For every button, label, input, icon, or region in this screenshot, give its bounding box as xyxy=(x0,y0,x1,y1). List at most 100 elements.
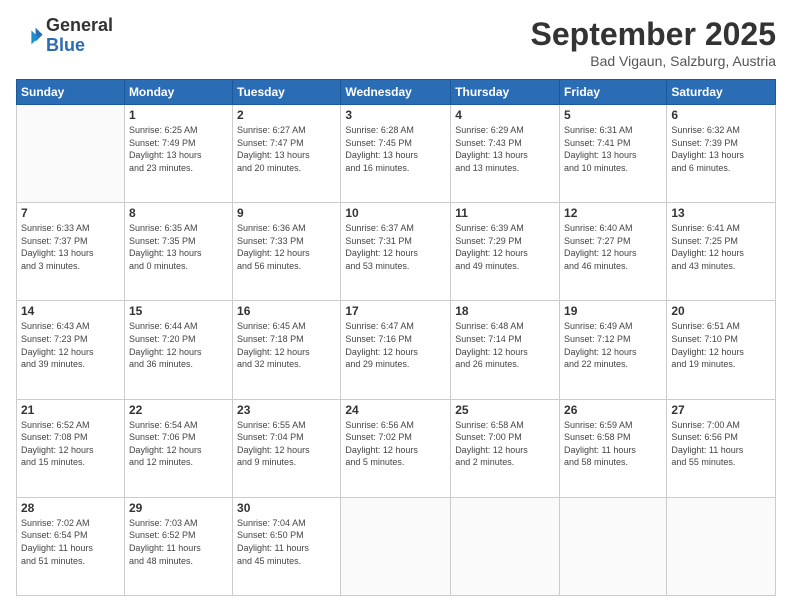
day-info: Sunrise: 6:44 AM Sunset: 7:20 PM Dayligh… xyxy=(129,320,228,370)
calendar-cell: 2 Sunrise: 6:27 AM Sunset: 7:47 PM Daylig… xyxy=(233,105,341,203)
calendar-cell: 29 Sunrise: 7:03 AM Sunset: 6:52 PM Dayli… xyxy=(124,497,232,595)
day-info: Sunrise: 6:28 AM Sunset: 7:45 PM Dayligh… xyxy=(345,124,446,174)
day-number: 6 xyxy=(671,108,771,122)
title-block: September 2025 Bad Vigaun, Salzburg, Aus… xyxy=(531,16,776,69)
day-info: Sunrise: 6:25 AM Sunset: 7:49 PM Dayligh… xyxy=(129,124,228,174)
day-info: Sunrise: 6:31 AM Sunset: 7:41 PM Dayligh… xyxy=(564,124,662,174)
calendar-cell xyxy=(17,105,125,203)
calendar-page: General Blue September 2025 Bad Vigaun, … xyxy=(0,0,792,612)
day-info: Sunrise: 6:36 AM Sunset: 7:33 PM Dayligh… xyxy=(237,222,336,272)
calendar-cell: 30Sunrise: 7:04 AM Sunset: 6:50 PM Dayli… xyxy=(233,497,341,595)
calendar-cell: 18 Sunrise: 6:48 AM Sunset: 7:14 PM Dayli… xyxy=(451,301,560,399)
day-number: 15 xyxy=(129,304,228,318)
calendar-cell: 25Sunrise: 6:58 AM Sunset: 7:00 PM Dayli… xyxy=(451,399,560,497)
week-row-1: 7 Sunrise: 6:33 AM Sunset: 7:37 PM Daylig… xyxy=(17,203,776,301)
day-info: Sunrise: 6:39 AM Sunset: 7:29 PM Dayligh… xyxy=(455,222,555,272)
header: General Blue September 2025 Bad Vigaun, … xyxy=(16,16,776,69)
day-number: 17 xyxy=(345,304,446,318)
day-info: Sunrise: 6:32 AM Sunset: 7:39 PM Dayligh… xyxy=(671,124,771,174)
day-number: 21 xyxy=(21,403,120,417)
day-number: 30 xyxy=(237,501,336,515)
logo-general: General xyxy=(46,16,113,36)
day-header-wednesday: Wednesday xyxy=(341,80,451,105)
calendar-cell: 13 Sunrise: 6:41 AM Sunset: 7:25 PM Dayli… xyxy=(667,203,776,301)
day-info: Sunrise: 6:59 AM Sunset: 6:58 PM Dayligh… xyxy=(564,419,662,469)
day-info: Sunrise: 6:43 AM Sunset: 7:23 PM Dayligh… xyxy=(21,320,120,370)
week-row-3: 21 Sunrise: 6:52 AM Sunset: 7:08 PM Dayli… xyxy=(17,399,776,497)
day-info: Sunrise: 7:00 AM Sunset: 6:56 PM Dayligh… xyxy=(671,419,771,469)
calendar-subtitle: Bad Vigaun, Salzburg, Austria xyxy=(531,53,776,69)
week-row-0: 1Sunrise: 6:25 AM Sunset: 7:49 PM Daylig… xyxy=(17,105,776,203)
day-info: Sunrise: 6:29 AM Sunset: 7:43 PM Dayligh… xyxy=(455,124,555,174)
day-number: 13 xyxy=(671,206,771,220)
day-number: 7 xyxy=(21,206,120,220)
day-info: Sunrise: 7:03 AM Sunset: 6:52 PM Dayligh… xyxy=(129,517,228,567)
calendar-cell xyxy=(341,497,451,595)
day-number: 19 xyxy=(564,304,662,318)
calendar-cell: 27Sunrise: 7:00 AM Sunset: 6:56 PM Dayli… xyxy=(667,399,776,497)
day-info: Sunrise: 6:47 AM Sunset: 7:16 PM Dayligh… xyxy=(345,320,446,370)
calendar-cell: 10Sunrise: 6:37 AM Sunset: 7:31 PM Dayli… xyxy=(341,203,451,301)
day-number: 8 xyxy=(129,206,228,220)
day-info: Sunrise: 6:45 AM Sunset: 7:18 PM Dayligh… xyxy=(237,320,336,370)
day-number: 18 xyxy=(455,304,555,318)
day-number: 29 xyxy=(129,501,228,515)
calendar-cell: 19Sunrise: 6:49 AM Sunset: 7:12 PM Dayli… xyxy=(560,301,667,399)
week-row-4: 28 Sunrise: 7:02 AM Sunset: 6:54 PM Dayli… xyxy=(17,497,776,595)
day-info: Sunrise: 6:33 AM Sunset: 7:37 PM Dayligh… xyxy=(21,222,120,272)
day-number: 22 xyxy=(129,403,228,417)
day-info: Sunrise: 6:56 AM Sunset: 7:02 PM Dayligh… xyxy=(345,419,446,469)
day-number: 2 xyxy=(237,108,336,122)
calendar-cell: 6 Sunrise: 6:32 AM Sunset: 7:39 PM Daylig… xyxy=(667,105,776,203)
day-number: 28 xyxy=(21,501,120,515)
day-number: 16 xyxy=(237,304,336,318)
day-number: 25 xyxy=(455,403,555,417)
day-number: 3 xyxy=(345,108,446,122)
day-number: 26 xyxy=(564,403,662,417)
calendar-header-row: SundayMondayTuesdayWednesdayThursdayFrid… xyxy=(17,80,776,105)
day-number: 12 xyxy=(564,206,662,220)
calendar-cell xyxy=(560,497,667,595)
day-header-sunday: Sunday xyxy=(17,80,125,105)
calendar-cell xyxy=(667,497,776,595)
calendar-cell: 24Sunrise: 6:56 AM Sunset: 7:02 PM Dayli… xyxy=(341,399,451,497)
calendar-cell: 11Sunrise: 6:39 AM Sunset: 7:29 PM Dayli… xyxy=(451,203,560,301)
day-info: Sunrise: 6:48 AM Sunset: 7:14 PM Dayligh… xyxy=(455,320,555,370)
logo-text: General Blue xyxy=(46,16,113,56)
day-info: Sunrise: 6:52 AM Sunset: 7:08 PM Dayligh… xyxy=(21,419,120,469)
calendar-cell: 26 Sunrise: 6:59 AM Sunset: 6:58 PM Dayli… xyxy=(560,399,667,497)
calendar-cell: 1Sunrise: 6:25 AM Sunset: 7:49 PM Daylig… xyxy=(124,105,232,203)
calendar-cell: 17 Sunrise: 6:47 AM Sunset: 7:16 PM Dayli… xyxy=(341,301,451,399)
day-info: Sunrise: 6:55 AM Sunset: 7:04 PM Dayligh… xyxy=(237,419,336,469)
day-number: 23 xyxy=(237,403,336,417)
day-header-monday: Monday xyxy=(124,80,232,105)
calendar-title: September 2025 xyxy=(531,16,776,53)
calendar-cell: 7 Sunrise: 6:33 AM Sunset: 7:37 PM Daylig… xyxy=(17,203,125,301)
calendar-cell: 5Sunrise: 6:31 AM Sunset: 7:41 PM Daylig… xyxy=(560,105,667,203)
calendar-cell xyxy=(451,497,560,595)
day-header-tuesday: Tuesday xyxy=(233,80,341,105)
logo-blue: Blue xyxy=(46,36,113,56)
calendar-cell: 15 Sunrise: 6:44 AM Sunset: 7:20 PM Dayli… xyxy=(124,301,232,399)
calendar-cell: 28 Sunrise: 7:02 AM Sunset: 6:54 PM Dayli… xyxy=(17,497,125,595)
day-header-thursday: Thursday xyxy=(451,80,560,105)
day-header-saturday: Saturday xyxy=(667,80,776,105)
logo-icon xyxy=(16,22,44,50)
day-info: Sunrise: 6:27 AM Sunset: 7:47 PM Dayligh… xyxy=(237,124,336,174)
day-number: 9 xyxy=(237,206,336,220)
day-info: Sunrise: 7:02 AM Sunset: 6:54 PM Dayligh… xyxy=(21,517,120,567)
logo: General Blue xyxy=(16,16,113,56)
calendar-cell: 21 Sunrise: 6:52 AM Sunset: 7:08 PM Dayli… xyxy=(17,399,125,497)
calendar-table: SundayMondayTuesdayWednesdayThursdayFrid… xyxy=(16,79,776,596)
calendar-cell: 4 Sunrise: 6:29 AM Sunset: 7:43 PM Daylig… xyxy=(451,105,560,203)
day-number: 4 xyxy=(455,108,555,122)
calendar-cell: 23 Sunrise: 6:55 AM Sunset: 7:04 PM Dayli… xyxy=(233,399,341,497)
calendar-cell: 16 Sunrise: 6:45 AM Sunset: 7:18 PM Dayli… xyxy=(233,301,341,399)
day-info: Sunrise: 6:35 AM Sunset: 7:35 PM Dayligh… xyxy=(129,222,228,272)
day-info: Sunrise: 6:41 AM Sunset: 7:25 PM Dayligh… xyxy=(671,222,771,272)
calendar-cell: 20Sunrise: 6:51 AM Sunset: 7:10 PM Dayli… xyxy=(667,301,776,399)
calendar-cell: 8 Sunrise: 6:35 AM Sunset: 7:35 PM Daylig… xyxy=(124,203,232,301)
day-info: Sunrise: 6:40 AM Sunset: 7:27 PM Dayligh… xyxy=(564,222,662,272)
day-info: Sunrise: 6:37 AM Sunset: 7:31 PM Dayligh… xyxy=(345,222,446,272)
day-number: 14 xyxy=(21,304,120,318)
